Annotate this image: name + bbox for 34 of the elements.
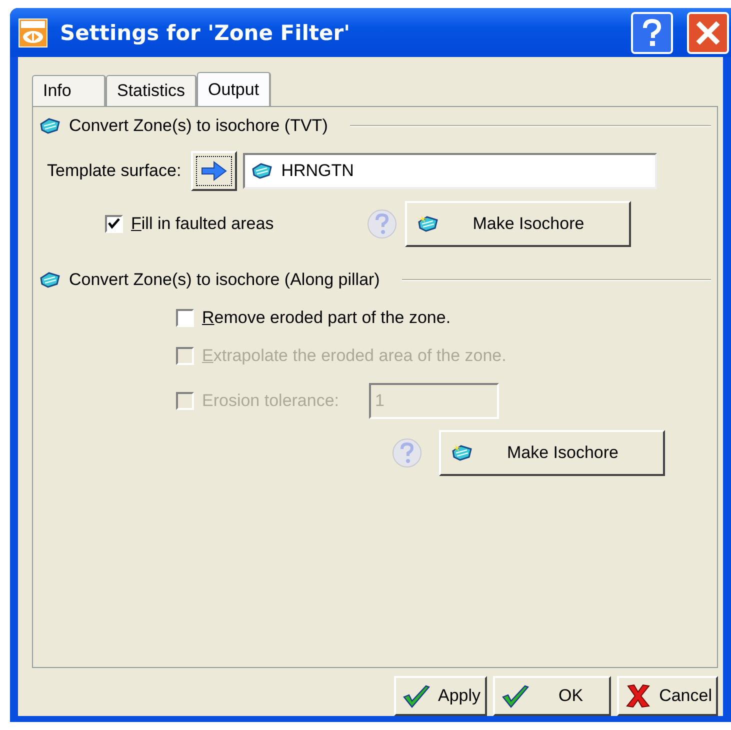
cancel-button[interactable]: Cancel bbox=[617, 676, 718, 716]
checkbox-label: Remove eroded part of the zone. bbox=[202, 308, 451, 328]
app-icon bbox=[18, 18, 48, 48]
checkbox[interactable] bbox=[105, 215, 123, 233]
zone-icon bbox=[39, 116, 61, 136]
apply-button[interactable]: Apply bbox=[394, 676, 487, 716]
window-title: Settings for 'Zone Filter' bbox=[60, 20, 352, 44]
close-button[interactable] bbox=[687, 12, 729, 54]
zone-icon bbox=[251, 161, 274, 181]
checkbox-label: Fill in faulted areas bbox=[131, 214, 274, 234]
field-label: Template surface: bbox=[47, 161, 182, 181]
checkbox-label: Extrapolate the eroded area of the zone. bbox=[202, 346, 506, 366]
close-icon bbox=[694, 18, 722, 46]
tab[interactable]: Statistics bbox=[106, 75, 198, 106]
cross-icon bbox=[625, 683, 652, 709]
template-field[interactable]: HRNGTN bbox=[243, 153, 658, 189]
section-heading: Convert Zone(s) to isochore (Along pillar) bbox=[69, 270, 380, 290]
check-icon bbox=[402, 684, 430, 708]
checkbox-label: Erosion tolerance: bbox=[202, 391, 340, 411]
check-icon bbox=[500, 684, 529, 708]
select-button[interactable] bbox=[191, 151, 238, 191]
tab[interactable]: Info bbox=[32, 75, 106, 106]
zone-spark-icon bbox=[451, 443, 473, 463]
make-isochore-button[interactable]: Make Isochore bbox=[404, 201, 631, 247]
make-isochore-button[interactable]: Make Isochore bbox=[439, 430, 665, 476]
help-button[interactable] bbox=[631, 12, 673, 54]
section-heading: Convert Zone(s) to isochore (TVT) bbox=[69, 116, 328, 136]
checkbox[interactable] bbox=[176, 309, 194, 327]
ok-button[interactable]: OK bbox=[492, 676, 612, 716]
tab[interactable]: Output bbox=[197, 72, 272, 106]
arrow-icon bbox=[201, 161, 228, 181]
zone-icon bbox=[39, 270, 61, 290]
question-icon bbox=[640, 18, 664, 48]
zone-spark-icon bbox=[416, 214, 439, 234]
